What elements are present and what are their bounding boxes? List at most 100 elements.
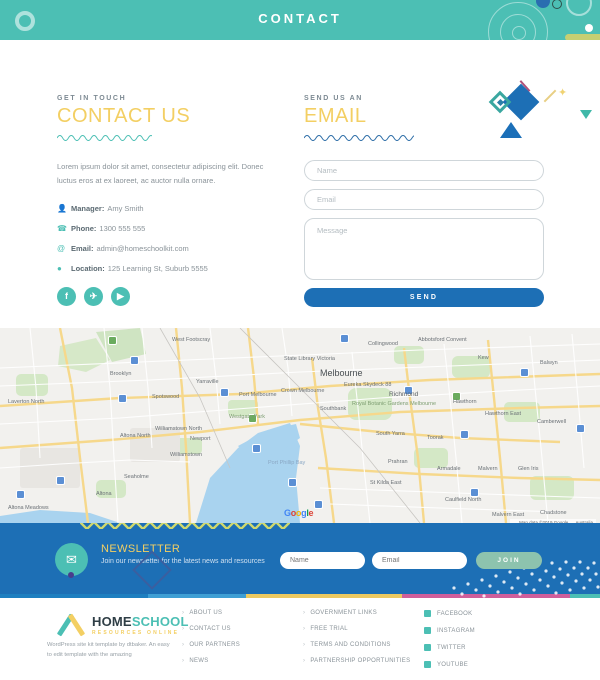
map-place-label: Brooklyn (110, 371, 132, 377)
footer-link-free-trial[interactable]: › FREE TRIAL (303, 626, 410, 632)
chevron-right-icon: › (182, 610, 185, 616)
pencil-cross-icon (56, 612, 86, 638)
footer-brand-name: HOMESCHOOL (92, 614, 189, 629)
map-place-label: Kew (478, 355, 489, 361)
detail-label: Phone: (71, 223, 97, 233)
map-place-label: Altona (96, 491, 112, 497)
map-place-label: Laverton North (8, 399, 45, 405)
map-place-label: Crown Melbourne (281, 388, 325, 394)
map-place-label: West Footscray (172, 337, 211, 343)
zigzag-decor-icon (80, 523, 290, 529)
twitter-icon[interactable]: ✈ (84, 286, 103, 306)
chevron-right-icon: › (303, 610, 306, 616)
decor-dot-purple (68, 572, 74, 578)
decor-line-yellow (543, 89, 557, 103)
footer-link-label: ABOUT US (189, 610, 223, 616)
footer-social-twitter[interactable]: TWITTER (424, 644, 475, 651)
map-place-label: Hawthorn (453, 399, 477, 405)
footer-link-label: CONTACT US (189, 626, 231, 632)
footer-social-label: FACEBOOK (437, 610, 473, 617)
map-place-label: Caulfield North (445, 497, 482, 503)
map-place-label: Westgate Park (229, 414, 265, 420)
email-input[interactable] (304, 189, 544, 210)
brand-primary: HOME (92, 614, 132, 629)
map-place-label: Camberwell (537, 419, 567, 425)
detail-value: admin@homeschoolkit.com (96, 243, 189, 253)
map-place-label: Hawthorn East (485, 411, 522, 417)
footer-social-youtube[interactable]: YOUTUBE (424, 661, 475, 668)
footer-logo[interactable]: HOMESCHOOL RESOURCES ONLINE (56, 612, 189, 638)
footer-link-about-us[interactable]: › ABOUT US (182, 610, 240, 616)
map-marker (130, 356, 139, 365)
detail-row-manager: 👤 Manager: Amy Smith (57, 204, 277, 213)
brand-secondary: SCHOOL (131, 614, 189, 629)
decor-diamond-group (486, 83, 557, 125)
newsletter-heading: NEWSLETTER (101, 543, 181, 555)
map-place-label: South Yarra (376, 431, 405, 437)
google-logo: Google (284, 508, 314, 518)
youtube-icon[interactable]: ▶ (111, 286, 130, 306)
phone-icon: ☎ (57, 223, 67, 233)
detail-row-location: ● Location: 125 Learning St, Suburb 5555 (57, 264, 277, 273)
footer-link-partnership-opportunities[interactable]: › PARTNERSHIP OPPORTUNITIES (303, 658, 410, 664)
youtube-icon (424, 661, 431, 668)
chevron-right-icon: › (303, 626, 306, 632)
map-place-label: Abbotsford Convent (418, 337, 467, 343)
newsletter-name-input[interactable] (280, 552, 365, 569)
map-marker (288, 478, 297, 487)
map-place-label: Collingwood (368, 341, 398, 347)
map-place-label: Port Phillip Bay (268, 460, 306, 466)
social-glyph: ▶ (117, 290, 124, 301)
map-place-label: St Kilda East (370, 480, 402, 486)
map-place-label: Williamstown North (155, 426, 203, 432)
map-place-label: Newport (190, 436, 211, 442)
footer-links-column-1: › ABOUT US › CONTACT US › OUR PARTNERS ›… (182, 610, 240, 674)
map-place-label: Armadale (437, 466, 461, 472)
send-button[interactable]: SEND (304, 288, 544, 307)
name-input[interactable] (304, 160, 544, 181)
map-place-label: Malvern (478, 466, 498, 472)
detail-row-email: @ Email: admin@homeschoolkit.com (57, 244, 277, 253)
message-textarea[interactable] (304, 218, 544, 280)
map-place-label: Melbourne (320, 368, 363, 378)
contact-details-list: 👤 Manager: Amy Smith ☎ Phone: 1300 555 5… (57, 204, 277, 273)
page-footer: HOMESCHOOL RESOURCES ONLINE WordPress si… (0, 598, 600, 670)
map-place-label: Richmond (389, 391, 419, 398)
map-marker (16, 490, 25, 499)
footer-social-facebook[interactable]: FACEBOOK (424, 610, 475, 617)
decor-triangle-teal (580, 110, 592, 119)
map-place-label: Eureka Skydeck 88 (344, 382, 392, 388)
map-place-label: State Library Victoria (284, 356, 335, 362)
footer-social-label: TWITTER (437, 644, 466, 651)
map-place-label: Yarraville (196, 379, 219, 385)
footer-link-government-links[interactable]: › GOVERNMENT LINKS (303, 610, 410, 616)
footer-link-label: TERMS AND CONDITIONS (310, 642, 391, 648)
map-place-label: Toorak (427, 435, 444, 441)
contact-paragraph: Lorem ipsum dolor sit amet, consectetur … (57, 162, 264, 185)
map-marker (118, 394, 127, 403)
footer-link-news[interactable]: › NEWS (182, 658, 240, 664)
detail-value: Amy Smith (107, 203, 144, 213)
join-button[interactable]: JOIN (476, 552, 542, 569)
newsletter-subheading: Join our newsletter for the latest news … (101, 558, 265, 565)
footer-social-instagram[interactable]: INSTAGRAM (424, 627, 475, 634)
contact-eyebrow: GET IN TOUCH (57, 95, 127, 102)
map-place-label: Prahran (388, 459, 408, 465)
chevron-right-icon: › (182, 658, 185, 664)
newsletter-email-input[interactable] (372, 552, 467, 569)
decor-circle-outline (512, 26, 526, 40)
user-icon: 👤 (57, 203, 67, 213)
footer-link-our-partners[interactable]: › OUR PARTNERS (182, 642, 240, 648)
footer-link-terms-and-conditions[interactable]: › TERMS AND CONDITIONS (303, 642, 410, 648)
map-marker (108, 336, 117, 345)
chevron-right-icon: › (182, 626, 185, 632)
map-place-label: Balwyn (540, 360, 558, 366)
contact-info-column: GET IN TOUCH CONTACT US Lorem ipsum dolo… (56, 95, 277, 306)
map-marker (340, 334, 349, 343)
facebook-icon[interactable]: f (57, 286, 76, 306)
contact-page: CONTACT ✦ GET IN TOUCH CONTACT US Lorem … (0, 0, 600, 680)
footer-link-label: OUR PARTNERS (189, 642, 241, 648)
map-place-label: Royal Botanic Gardens Melbourne (352, 401, 437, 407)
map-marker (314, 500, 323, 509)
footer-link-contact-us[interactable]: › CONTACT US (182, 626, 240, 632)
